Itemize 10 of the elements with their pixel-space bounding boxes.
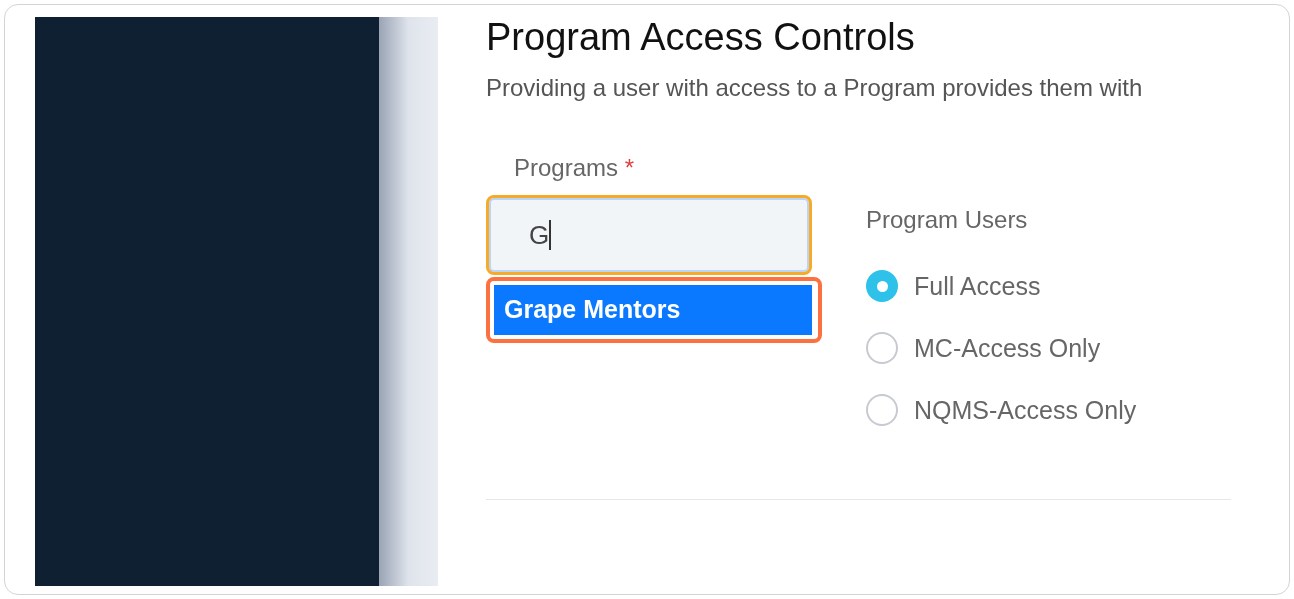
programs-input[interactable]: G	[486, 195, 812, 275]
page-heading: Program Access Controls	[486, 17, 916, 57]
text-cursor	[549, 220, 552, 250]
field-label: Programs *	[514, 153, 636, 183]
radio-option[interactable]: NQMS-Access Only	[866, 391, 1137, 429]
radio-option[interactable]: MC-Access Only	[866, 329, 1137, 367]
radio-option[interactable]: Full Access	[866, 267, 1137, 305]
group-label: Program Users	[866, 205, 1029, 235]
description-text: Providing a user with access to a Program provides them with	[486, 73, 1144, 103]
suggestion-item[interactable]: Grape Mentors	[486, 277, 822, 343]
